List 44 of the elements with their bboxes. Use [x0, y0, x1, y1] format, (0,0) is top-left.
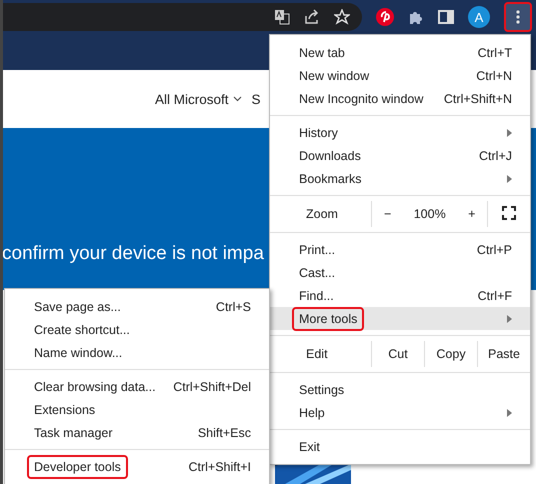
menu-item[interactable]: Create shortcut... — [5, 318, 269, 341]
menu-item[interactable]: Developer tools Ctrl+Shift+I — [5, 455, 269, 478]
share-icon[interactable] — [304, 9, 320, 25]
edit-action-button[interactable]: Copy — [424, 341, 477, 367]
menu-item[interactable]: Extensions — [5, 398, 269, 421]
nav-link[interactable]: All Microsoft — [155, 92, 242, 106]
menu-item[interactable]: Help — [270, 401, 530, 424]
nav-link[interactable]: S — [252, 92, 261, 106]
menu-item[interactable]: Settings — [270, 378, 530, 401]
menu-button[interactable] — [504, 2, 532, 32]
hero-heading: confirm your device is not impa — [3, 243, 264, 265]
zoom-level: 100% — [412, 207, 447, 221]
fullscreen-icon — [502, 206, 516, 220]
edit-action-button[interactable]: Paste — [477, 341, 530, 367]
zoom-out-button[interactable]: − — [384, 207, 392, 221]
submenu-arrow-icon — [507, 174, 512, 182]
translate-icon[interactable] — [274, 9, 290, 25]
puzzle-icon[interactable] — [408, 9, 424, 25]
zoom-label: Zoom — [305, 206, 339, 223]
menu-item[interactable]: New window Ctrl+N — [270, 64, 530, 87]
side-panel-icon[interactable] — [438, 9, 454, 25]
menu-item[interactable]: Find... Ctrl+F — [270, 284, 530, 307]
chevron-down-icon — [232, 96, 242, 102]
menu-item[interactable]: Print... Ctrl+P — [270, 238, 530, 261]
edit-label: Edit — [305, 346, 329, 363]
menu-item[interactable]: More tools — [270, 307, 530, 330]
menu-item[interactable]: Downloads Ctrl+J — [270, 144, 530, 167]
menu-item[interactable]: Save page as... Ctrl+S — [5, 295, 269, 318]
menu-item[interactable]: Name window... — [5, 341, 269, 364]
profile-avatar[interactable]: A — [468, 6, 490, 28]
menu-item[interactable]: Bookmarks — [270, 167, 530, 190]
more-icon — [516, 10, 520, 24]
menu-item[interactable]: New Incognito window Ctrl+Shift+N — [270, 87, 530, 110]
menu-item[interactable]: History — [270, 121, 530, 144]
menu-item[interactable]: Exit — [270, 435, 530, 458]
submenu-arrow-icon — [507, 408, 512, 416]
menu-item[interactable]: Task manager Shift+Esc — [5, 421, 269, 444]
edit-action-button[interactable]: Cut — [371, 341, 424, 367]
star-icon[interactable] — [334, 9, 350, 25]
zoom-in-button[interactable]: + — [468, 207, 476, 221]
submenu-arrow-icon — [507, 128, 512, 136]
submenu-arrow-icon — [507, 314, 512, 322]
menu-item[interactable]: Cast... — [270, 261, 530, 284]
menu-item[interactable]: Clear browsing data... Ctrl+Shift+Del — [5, 375, 269, 398]
